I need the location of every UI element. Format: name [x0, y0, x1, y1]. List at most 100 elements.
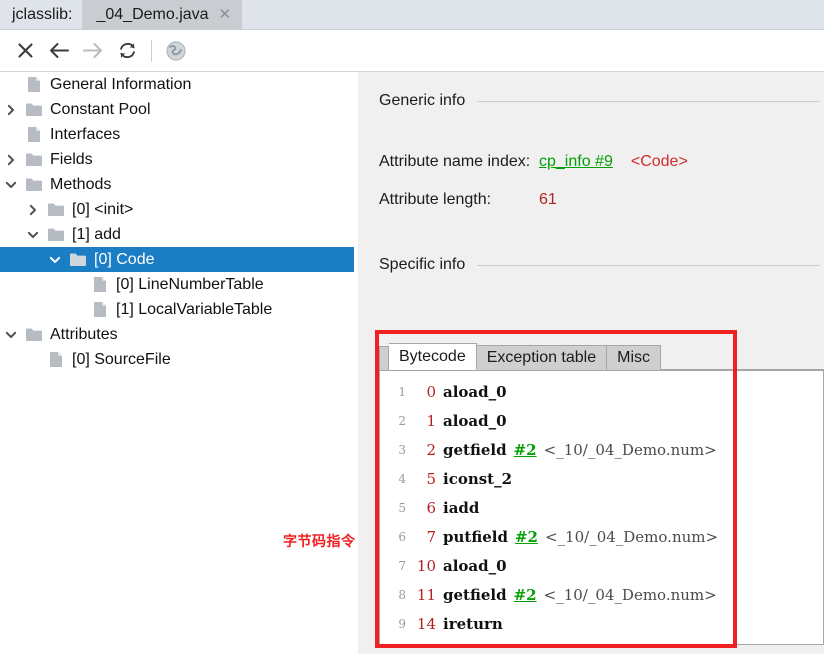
file-icon	[44, 351, 68, 368]
bytecode-opcode: putfield	[443, 527, 508, 546]
folder-icon	[66, 252, 90, 267]
tree-node-label: Constant Pool	[50, 100, 151, 118]
constant-pool-ref-link[interactable]: #2	[514, 441, 537, 459]
cp-info-link[interactable]: cp_info #9	[539, 153, 613, 171]
bytecode-opcode: iadd	[443, 498, 480, 517]
bytecode-row[interactable]: 2 1 aload_0	[380, 406, 823, 435]
folder-icon	[44, 202, 68, 217]
specific-info-tabbed-pane: Bytecode Exception table Misc 1 0 aload_0 2 1 a…	[379, 340, 824, 645]
bytecode-opcode: ireturn	[443, 614, 503, 633]
specific-info-title: Specific info	[379, 256, 466, 273]
bytecode-line-number: 1	[398, 384, 406, 399]
folder-icon	[22, 327, 46, 342]
chevron-right-icon[interactable]	[22, 204, 44, 216]
bytecode-offset: 5	[426, 469, 436, 488]
bytecode-table[interactable]: 1 0 aload_0 2 1 aload_0 3 2 getfield #2 <_10/_04_D…	[379, 371, 824, 645]
tab-bytecode[interactable]: Bytecode	[389, 343, 477, 370]
attribute-name-index-row: Attribute name index: cp_info #9 <Code>	[358, 153, 824, 171]
tree-node-label: Fields	[50, 150, 93, 168]
attribute-length-value: 61	[539, 191, 557, 208]
bytecode-row[interactable]: 3 2 getfield #2 <_10/_04_Demo.num>	[380, 435, 823, 464]
bytecode-line-number: 3	[398, 442, 406, 457]
reload-icon	[119, 42, 135, 59]
bytecode-row[interactable]: 9 14 ireturn	[380, 609, 823, 638]
close-button[interactable]	[8, 34, 42, 68]
tree-node[interactable]: Attributes	[0, 322, 354, 347]
close-icon	[17, 43, 33, 58]
chevron-right-icon[interactable]	[0, 104, 22, 116]
bytecode-offset: 14	[416, 614, 436, 633]
file-icon	[88, 301, 112, 318]
toolbar-separator	[151, 39, 152, 62]
forward-button[interactable]	[76, 34, 110, 68]
tree-node-label: Methods	[50, 175, 112, 193]
bytecode-line-number: 2	[398, 413, 406, 428]
constant-pool-ref-link[interactable]: #2	[514, 586, 537, 604]
attribute-name-value: <Code>	[630, 153, 688, 170]
close-icon[interactable]: ✕	[219, 7, 235, 22]
tree-node[interactable]: Constant Pool	[0, 97, 354, 122]
bytecode-opcode: aload_0	[443, 411, 507, 430]
bytecode-offset: 0	[426, 382, 436, 401]
tree-node[interactable]: [0] LineNumberTable	[0, 272, 354, 297]
bytecode-offset: 6	[426, 498, 436, 517]
tree-node[interactable]: [1] LocalVariableTable	[0, 297, 354, 322]
tree-node-label: [1] add	[72, 225, 121, 243]
bytecode-offset: 10	[416, 556, 436, 575]
bytecode-row[interactable]: 5 6 iadd	[380, 493, 823, 522]
browse-globe-icon	[166, 40, 186, 61]
tree-node[interactable]: [0] <init>	[0, 197, 354, 222]
folder-icon	[44, 227, 68, 242]
bytecode-row[interactable]: 1 0 aload_0	[380, 377, 823, 406]
bytecode-opcode: iconst_2	[443, 469, 513, 488]
attribute-name-index-label: Attribute name index:	[379, 153, 531, 170]
tree-node[interactable]: Methods	[0, 172, 354, 197]
back-button[interactable]	[42, 34, 76, 68]
chevron-right-icon[interactable]	[0, 154, 22, 166]
toolbar	[0, 30, 824, 72]
app-label: jclasslib:	[12, 6, 73, 23]
bytecode-row[interactable]: 8 11 getfield #2 <_10/_04_Demo.num>	[380, 580, 823, 609]
bytecode-line-number: 4	[398, 471, 406, 486]
folder-icon	[22, 177, 46, 192]
bytecode-opcode: getfield	[443, 440, 507, 459]
tree-node[interactable]: [0] Code	[0, 247, 354, 272]
bytecode-comment: <_10/_04_Demo.num>	[543, 440, 717, 459]
browse-button[interactable]	[159, 34, 193, 68]
tree-node-label: [0] LineNumberTable	[116, 275, 264, 293]
chevron-down-icon[interactable]	[0, 329, 22, 341]
tree-node-label: [1] LocalVariableTable	[116, 300, 273, 318]
reload-button[interactable]	[110, 34, 144, 68]
chevron-down-icon[interactable]	[0, 179, 22, 191]
generic-info-header: Generic info	[358, 92, 824, 110]
tree-node-label: Attributes	[50, 325, 118, 343]
forward-arrow-icon	[83, 43, 102, 58]
bytecode-offset: 11	[416, 585, 436, 604]
tab-exception-table[interactable]: Exception table	[476, 345, 608, 370]
tree-node-label: [0] SourceFile	[72, 350, 171, 368]
bytecode-row[interactable]: 6 7 putfield #2 <_10/_04_Demo.num>	[380, 522, 823, 551]
chevron-down-icon[interactable]	[44, 254, 66, 266]
bytecode-line-number: 5	[398, 500, 406, 515]
jclasslib-window: jclasslib: _04_Demo.java ✕ General Infor…	[0, 0, 824, 654]
bytecode-row[interactable]: 4 5 iconst_2	[380, 464, 823, 493]
class-structure-tree[interactable]: General Information Constant Pool Interfac…	[0, 72, 354, 654]
tree-node[interactable]: Fields	[0, 147, 354, 172]
constant-pool-ref-link[interactable]: #2	[515, 528, 538, 546]
bytecode-line-number: 7	[398, 558, 406, 573]
annotation-label: 字节码指令	[283, 534, 356, 550]
tree-node[interactable]: Interfaces	[0, 122, 354, 147]
bytecode-offset: 7	[426, 527, 436, 546]
document-tab[interactable]: _04_Demo.java ✕	[82, 0, 243, 29]
tab-strip: Bytecode Exception table Misc	[379, 340, 824, 371]
bytecode-row[interactable]: 7 10 aload_0	[380, 551, 823, 580]
tree-node[interactable]: [0] SourceFile	[0, 347, 354, 372]
tree-node[interactable]: [1] add	[0, 222, 354, 247]
tree-node-label: [0] <init>	[72, 200, 134, 218]
tab-misc[interactable]: Misc	[607, 345, 662, 370]
chevron-down-icon[interactable]	[22, 229, 44, 241]
tree-node-label: [0] Code	[94, 250, 155, 268]
bytecode-line-number: 6	[398, 529, 406, 544]
section-divider	[477, 100, 820, 102]
tree-node[interactable]: General Information	[0, 72, 354, 97]
